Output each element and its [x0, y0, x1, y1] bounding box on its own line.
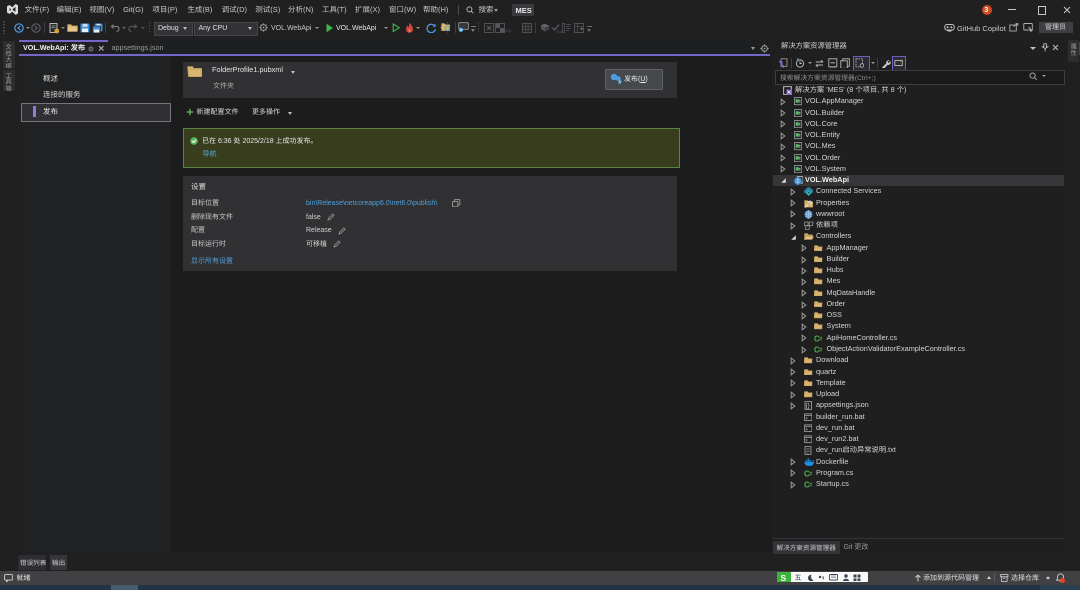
svg-text:#: #: [819, 348, 823, 354]
svg-text:#: #: [809, 471, 813, 477]
svg-text:{}: {}: [805, 404, 809, 410]
svg-text:#: #: [809, 483, 813, 489]
svg-text:#: #: [819, 336, 823, 342]
